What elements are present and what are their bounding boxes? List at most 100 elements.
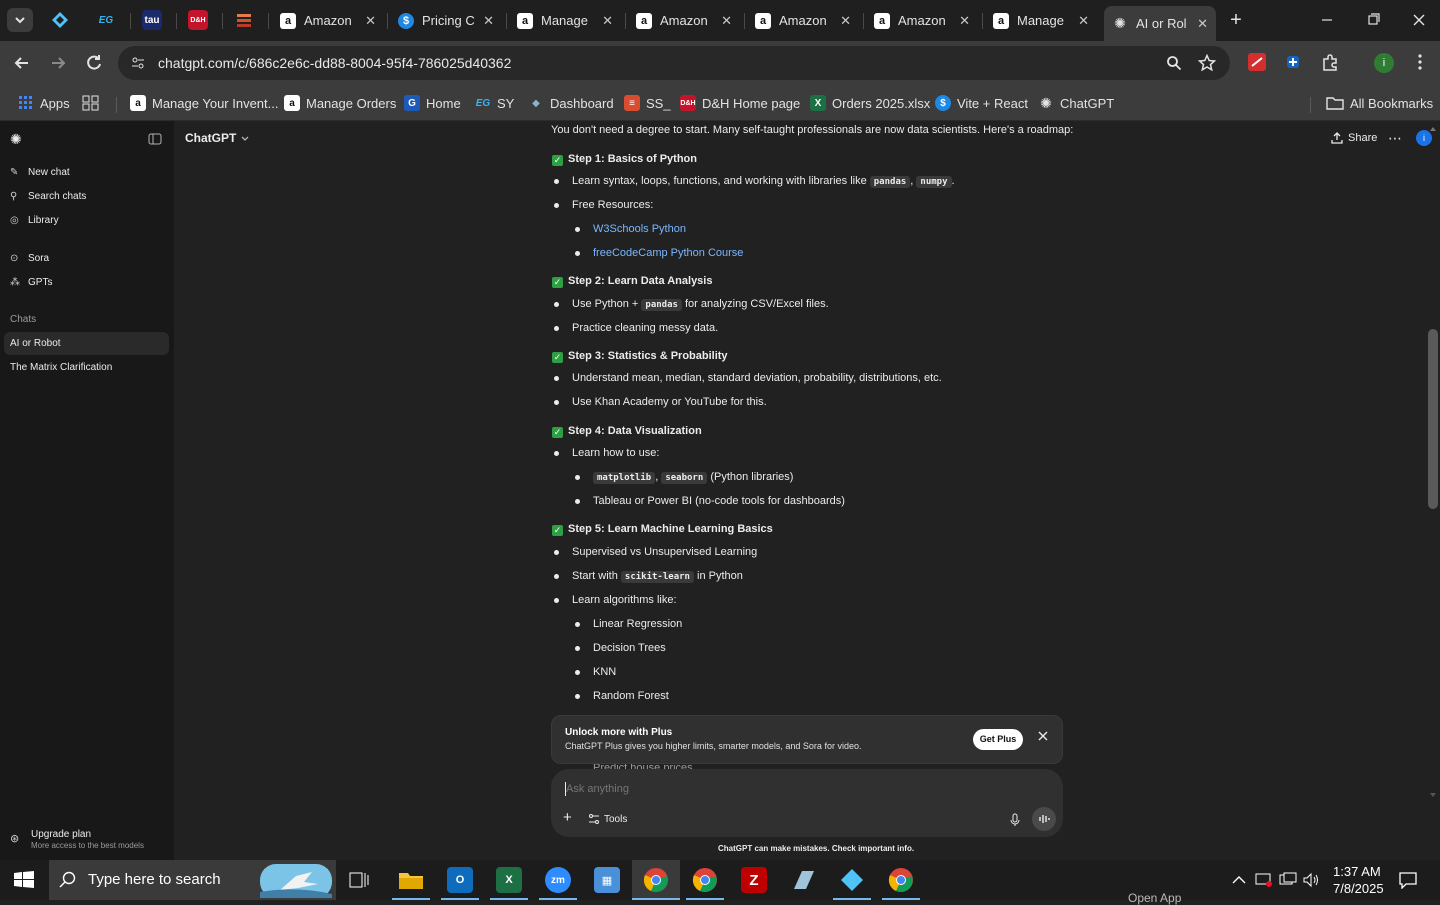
new-tab-button[interactable]: + — [1226, 8, 1246, 32]
bookmark-tab-groups[interactable] — [82, 92, 100, 114]
bookmark-manage-inventory[interactable]: a Manage Your Invent... — [130, 92, 278, 114]
taskbar-excel[interactable]: X — [496, 867, 522, 893]
close-tab-icon[interactable]: ✕ — [365, 13, 376, 29]
chat-item-matrix[interactable]: The Matrix Clarification — [10, 356, 112, 378]
taskbar-chrome-1[interactable] — [643, 867, 669, 893]
sidebar-new-chat[interactable]: ✎ New chat — [10, 161, 70, 183]
sidebar-library[interactable]: ◎ Library — [10, 209, 59, 231]
extensions-button[interactable] — [1320, 52, 1340, 72]
tab-amazon-2[interactable]: a Amazon ✕ — [628, 6, 740, 35]
minimize-button[interactable] — [1312, 10, 1342, 30]
model-selector[interactable]: ChatGPT — [185, 131, 251, 145]
tray-network-alert[interactable] — [1255, 872, 1273, 888]
restore-button[interactable] — [1358, 10, 1388, 30]
bookmark-orders-xlsx[interactable]: X Orders 2025.xlsx — [810, 92, 930, 114]
attach-button[interactable]: + — [563, 810, 572, 825]
mic-button[interactable] — [1009, 813, 1021, 827]
clock-date[interactable]: 7/8/2025 — [1333, 881, 1384, 896]
scrollbar-thumb[interactable] — [1428, 329, 1438, 509]
share-button[interactable]: Share — [1330, 131, 1377, 145]
voice-mode-button[interactable] — [1032, 807, 1056, 831]
get-plus-button[interactable]: Get Plus — [973, 729, 1023, 750]
search-highlight-image — [260, 864, 332, 898]
chat-item-ai-or-robot[interactable]: AI or Robot — [10, 332, 61, 354]
close-tab-icon[interactable]: ✕ — [840, 13, 851, 29]
forward-button[interactable] — [46, 51, 70, 75]
taskbar-outlook[interactable]: O — [447, 867, 473, 893]
browser-menu-button[interactable] — [1410, 52, 1430, 72]
close-tab-icon[interactable]: ✕ — [483, 13, 494, 29]
tab-manage-2[interactable]: a Manage ✕ — [985, 6, 1097, 35]
bookmark-manage-orders[interactable]: a Manage Orders — [284, 92, 396, 114]
link-w3schools[interactable]: W3Schools Python — [593, 223, 686, 235]
taskbar-calculator[interactable]: ▦ — [594, 867, 620, 893]
taskbar-file-explorer[interactable] — [398, 867, 424, 893]
tab-amazon-1[interactable]: a Amazon ✕ — [272, 6, 384, 35]
pinned-tab-app[interactable] — [50, 10, 70, 30]
start-button[interactable] — [14, 871, 34, 889]
chatgpt-logo[interactable]: ✺ — [10, 131, 22, 148]
close-tab-icon[interactable]: ✕ — [1078, 13, 1089, 29]
reload-button[interactable] — [82, 51, 106, 75]
chat-input[interactable] — [566, 780, 1006, 798]
more-options-button[interactable]: ⋯ — [1388, 130, 1402, 147]
show-hidden-icons-button[interactable] — [1231, 873, 1247, 887]
address-bar[interactable]: chatgpt.com/c/686c2e6c-dd88-8004-95f4-78… — [118, 46, 1230, 80]
pinned-tab-tau[interactable]: tau — [142, 10, 162, 30]
taskbar-filezilla[interactable]: Z — [741, 867, 767, 893]
tab-pricing[interactable]: $ Pricing C ✕ — [390, 6, 502, 35]
clock-time[interactable]: 1:37 AM — [1333, 864, 1381, 879]
pinned-tab-stack[interactable] — [234, 10, 254, 30]
zoom-icon[interactable] — [1166, 55, 1182, 71]
star-icon[interactable] — [1198, 54, 1216, 72]
taskbar-zoom[interactable]: zm — [545, 867, 571, 893]
taskbar-chrome-2[interactable] — [692, 867, 718, 893]
bookmark-vite-react[interactable]: $ Vite + React — [935, 92, 1028, 114]
tab-ai-or-robot[interactable]: ✺ AI or Rol ✕ — [1104, 6, 1216, 41]
tray-network[interactable] — [1279, 872, 1297, 888]
profile-avatar[interactable]: i — [1374, 53, 1394, 73]
taskbar-chrome-3[interactable] — [888, 867, 914, 893]
tab-amazon-4[interactable]: a Amazon ✕ — [866, 6, 978, 35]
tab-manage-1[interactable]: a Manage ✕ — [509, 6, 621, 35]
sidebar-sora[interactable]: ⊙ Sora — [10, 247, 49, 269]
extension-pdf-button[interactable] — [1248, 53, 1266, 71]
step-2-heading: ✓ Step 2: Learn Data Analysis — [552, 275, 712, 288]
share-icon — [1331, 132, 1343, 144]
close-window-button[interactable] — [1404, 10, 1434, 30]
url-text[interactable]: chatgpt.com/c/686c2e6c-dd88-8004-95f4-78… — [158, 55, 511, 71]
toggle-sidebar-button[interactable] — [148, 132, 162, 146]
bookmark-sy[interactable]: EG SY — [475, 92, 515, 114]
close-tab-icon[interactable]: ✕ — [959, 13, 970, 29]
notifications-button[interactable] — [1398, 871, 1418, 889]
taskbar-app-diamond[interactable] — [839, 867, 865, 893]
tools-button[interactable]: Tools — [588, 813, 627, 825]
sidebar-gpts[interactable]: ⁂ GPTs — [10, 271, 52, 293]
tray-volume[interactable] — [1302, 872, 1320, 888]
task-view-button[interactable] — [348, 871, 370, 889]
all-bookmarks[interactable]: All Bookmarks — [1326, 92, 1433, 114]
site-settings-icon[interactable] — [130, 55, 146, 71]
bookmark-home[interactable]: G Home — [404, 92, 461, 114]
close-tab-icon[interactable]: ✕ — [721, 13, 732, 29]
pinned-tab-eg[interactable]: EG — [96, 10, 116, 30]
extension-puzzle-button[interactable] — [1284, 53, 1302, 71]
close-tab-icon[interactable]: ✕ — [602, 13, 613, 29]
sidebar-search-chats[interactable]: ⚲ Search chats — [10, 185, 86, 207]
bookmark-dh-home[interactable]: D&H D&H Home page — [680, 92, 800, 114]
inline-code: matplotlib — [593, 472, 656, 484]
bookmark-chatgpt[interactable]: ✺ ChatGPT — [1038, 92, 1114, 114]
taskbar-app-slate[interactable] — [790, 867, 816, 893]
link-freecodecamp[interactable]: freeCodeCamp Python Course — [593, 247, 743, 259]
tab-amazon-3[interactable]: a Amazon ✕ — [747, 6, 859, 35]
pinned-tab-dh[interactable]: D&H — [188, 10, 208, 30]
tab-search-button[interactable] — [7, 8, 33, 32]
close-tab-icon[interactable]: ✕ — [1197, 16, 1208, 32]
upgrade-plan[interactable]: ⊛ Upgrade plan More access to the best m… — [10, 827, 170, 855]
close-banner-button[interactable] — [1037, 730, 1049, 742]
bookmark-ss[interactable]: ≡ SS_ — [624, 92, 671, 114]
back-button[interactable] — [10, 51, 34, 75]
bookmark-dashboard[interactable]: ◆ Dashboard — [528, 92, 613, 114]
bookmark-apps[interactable]: Apps — [18, 92, 70, 114]
taskbar-search[interactable]: Type here to search — [49, 860, 336, 900]
